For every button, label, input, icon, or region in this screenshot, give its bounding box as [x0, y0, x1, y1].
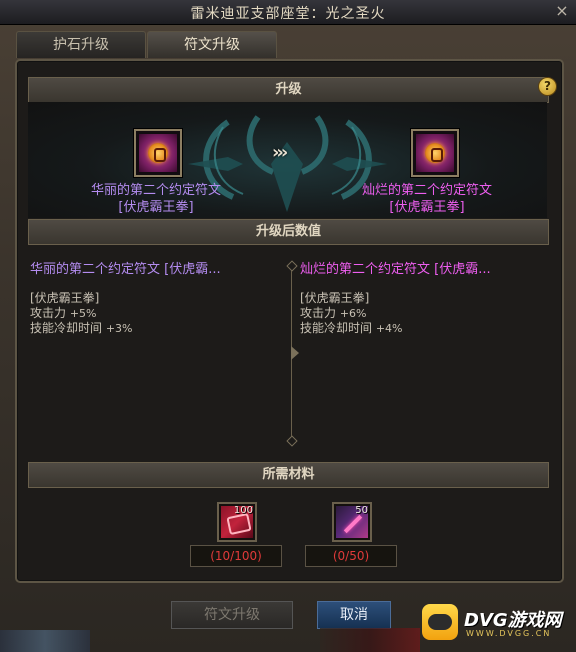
after-upgrade-header: 升级后数值: [28, 219, 549, 245]
upgrade-section-header: 升级: [28, 77, 549, 103]
stat-row: 技能冷却时间 +3%: [30, 321, 133, 335]
rune-upgrade-button[interactable]: 符文升级: [171, 601, 293, 629]
target-skill: [伏虎霸王拳]: [300, 291, 370, 305]
material-slot-purple-crystal[interactable]: 50: [332, 502, 372, 542]
material-stack: 100: [233, 505, 253, 516]
source-rune-slot[interactable]: [134, 129, 182, 177]
material-count: (0/50): [305, 545, 397, 567]
window-title: 雷米迪亚支部座堂：光之圣火: [190, 6, 386, 22]
source-stats-panel: 华丽的第二个约定符文 [伏虎霸... [伏虎霸王拳] 攻击力 +5% 技能冷却时…: [30, 262, 282, 336]
material-slot-red-shard[interactable]: 100: [217, 502, 257, 542]
window-titlebar: 雷米迪亚支部座堂：光之圣火 ×: [0, 0, 576, 25]
gamepad-icon: [422, 604, 458, 640]
source-item-name: 华丽的第二个约定符文 [伏虎霸王拳]: [90, 183, 221, 215]
watermark: DVG游戏网 WWW.DVGG.CN: [422, 602, 572, 644]
upgrade-arrow-icon: ›››: [272, 142, 288, 163]
stat-row: 攻击力 +6%: [300, 306, 367, 320]
target-rune-slot[interactable]: [411, 129, 459, 177]
materials-header: 所需材料: [28, 462, 549, 488]
source-preview-name: 华丽的第二个约定符文 [伏虎霸...: [30, 262, 221, 277]
source-skill: [伏虎霸王拳]: [30, 291, 100, 305]
stat-row: 技能冷却时间 +4%: [300, 321, 403, 335]
cancel-button[interactable]: 取消: [317, 601, 391, 629]
watermark-url: WWW.DVGG.CN: [466, 629, 552, 638]
material-count: (10/100): [190, 545, 282, 567]
target-stats-panel: 灿烂的第二个约定符文 [伏虎霸... [伏虎霸王拳] 攻击力 +6% 技能冷却时…: [300, 262, 550, 336]
target-preview-name: 灿烂的第二个约定符文 [伏虎霸...: [300, 262, 491, 277]
rune-icon: [139, 134, 177, 172]
divider-arrow-icon: [291, 346, 299, 360]
tab-talisman-upgrade[interactable]: 护石升级: [16, 31, 146, 58]
stat-row: 攻击力 +5%: [30, 306, 97, 320]
help-icon[interactable]: ?: [538, 77, 557, 96]
hud-fragment: [320, 628, 420, 652]
tab-rune-upgrade[interactable]: 符文升级: [147, 31, 277, 58]
hud-fragment: [0, 630, 90, 652]
rune-icon: [416, 134, 454, 172]
material-stack: 50: [355, 505, 368, 516]
target-item-name: 灿烂的第二个约定符文 [伏虎霸王拳]: [361, 183, 492, 215]
close-icon[interactable]: ×: [554, 3, 570, 19]
